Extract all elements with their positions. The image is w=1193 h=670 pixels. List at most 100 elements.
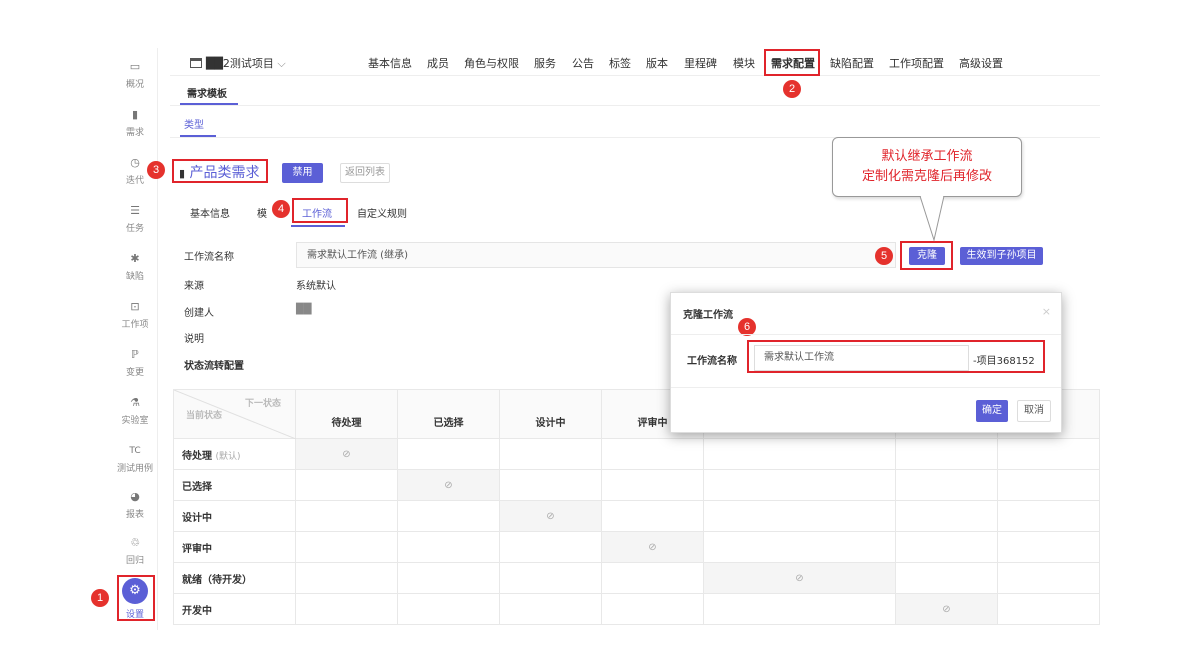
tab-underline — [180, 103, 238, 105]
transition-cell[interactable] — [997, 593, 1100, 625]
transition-cell[interactable] — [295, 469, 398, 501]
transition-cell[interactable] — [295, 593, 398, 625]
sidebar-item-task[interactable]: ☰ 任务 — [112, 204, 158, 234]
transition-cell[interactable] — [397, 438, 500, 470]
transition-cell[interactable] — [499, 469, 602, 501]
nav-services[interactable]: 服务 — [534, 55, 556, 71]
dialog-title: 克隆工作流 — [683, 310, 733, 321]
sidebar-item-change[interactable]: ℙ 变更 — [112, 348, 158, 378]
tab-custom-rules[interactable]: 自定义规则 — [357, 205, 407, 220]
back-to-list-button[interactable]: 返回列表 — [340, 163, 390, 183]
nav-basic-info[interactable]: 基本信息 — [368, 55, 412, 71]
transition-cell[interactable] — [703, 469, 896, 501]
nav-milestone[interactable]: 里程碑 — [684, 55, 717, 71]
transition-cell[interactable] — [295, 500, 398, 532]
disabled-cell: ⊘ — [499, 500, 602, 532]
annotation-box-clone — [900, 241, 953, 270]
transition-cell[interactable] — [499, 438, 602, 470]
sidebar-item-regression[interactable]: ♲ 回归 — [112, 536, 158, 566]
table-row: 开发中 ⊘ — [173, 593, 1100, 625]
table-row: 设计中 ⊘ — [173, 500, 1100, 532]
transition-cell[interactable] — [397, 500, 500, 532]
nav-tags[interactable]: 标签 — [609, 55, 631, 71]
transition-cell[interactable] — [397, 593, 500, 625]
transition-cell[interactable] — [703, 531, 896, 563]
transition-cell[interactable] — [295, 562, 398, 594]
nav-module[interactable]: 模块 — [733, 55, 755, 71]
disabled-cell: ⊘ — [397, 469, 500, 501]
confirm-button[interactable]: 确定 — [976, 400, 1008, 422]
corner-current-state-label: 当前状态 — [186, 411, 223, 421]
nav-version[interactable]: 版本 — [646, 55, 668, 71]
cancel-button[interactable]: 取消 — [1017, 400, 1051, 422]
nav-bug-config[interactable]: 缺陷配置 — [830, 55, 874, 71]
tab-requirement-template[interactable]: 需求模板 — [187, 85, 227, 100]
transition-cell[interactable] — [601, 562, 704, 594]
column-header: 设计中 — [499, 389, 602, 439]
row-header: 开发中 — [173, 593, 296, 625]
corner-next-state-label: 下一状态 — [244, 399, 281, 409]
transition-cell[interactable] — [601, 469, 704, 501]
transition-cell[interactable] — [703, 593, 896, 625]
apply-to-descendants-button[interactable]: 生效到子孙项目 — [960, 247, 1043, 265]
tab-template[interactable]: 模 — [257, 205, 267, 220]
tab-underline — [180, 135, 216, 137]
transition-cell[interactable] — [997, 500, 1100, 532]
task-icon: ☰ — [130, 204, 140, 217]
bookmark-icon: ▮ — [131, 108, 139, 121]
sidebar-item-lab[interactable]: ⚗ 实验室 — [112, 396, 158, 426]
transition-cell[interactable] — [601, 500, 704, 532]
transition-cell[interactable] — [499, 562, 602, 594]
transition-cell[interactable] — [997, 438, 1100, 470]
sidebar-item-report[interactable]: ◕ 报表 — [112, 490, 158, 520]
sidebar-item-workitem[interactable]: ⊡ 工作项 — [112, 300, 158, 330]
transition-cell[interactable] — [295, 531, 398, 563]
sidebar-item-testcase[interactable]: TC 测试用例 — [112, 444, 158, 474]
top-nav: ██2测试项目 ⌵ 基本信息 成员 角色与权限 服务 公告 标签 版本 里程碑 … — [170, 48, 1100, 76]
row-header: 评审中 — [173, 531, 296, 563]
transition-cell[interactable] — [397, 562, 500, 594]
nav-advanced-settings[interactable]: 高级设置 — [959, 55, 1003, 71]
transition-cell[interactable] — [703, 500, 896, 532]
window-icon — [190, 58, 202, 68]
disable-button[interactable]: 禁用 — [282, 163, 323, 183]
transition-cell[interactable] — [997, 562, 1100, 594]
table-row: 评审中 ⊘ — [173, 531, 1100, 563]
close-icon[interactable]: × — [1042, 305, 1051, 318]
transition-cell[interactable] — [895, 438, 998, 470]
sidebar-item-overview[interactable]: ▭ 概况 — [112, 60, 158, 90]
annotation-badge-3: 3 — [147, 161, 165, 179]
transition-cell[interactable] — [997, 531, 1100, 563]
annotation-badge-4: 4 — [272, 200, 290, 218]
nav-announcement[interactable]: 公告 — [572, 55, 594, 71]
transition-cell[interactable] — [601, 438, 704, 470]
annotation-box-nav — [764, 49, 820, 76]
nav-workitem-config[interactable]: 工作项配置 — [889, 55, 944, 71]
annotation-box-settings — [117, 575, 155, 621]
transition-cell[interactable] — [703, 438, 896, 470]
disabled-cell: ⊘ — [601, 531, 704, 563]
tab-type[interactable]: 类型 — [184, 116, 204, 131]
transition-cell[interactable] — [499, 531, 602, 563]
project-name: ██2测试项目 — [206, 57, 274, 70]
transition-cell[interactable] — [499, 593, 602, 625]
template-tab-row: 需求模板 — [170, 76, 1100, 106]
transition-cell[interactable] — [895, 531, 998, 563]
callout-line-2: 定制化需克隆后再修改 — [861, 169, 992, 184]
transition-cell[interactable] — [601, 593, 704, 625]
sidebar-item-requirement[interactable]: ▮ 需求 — [112, 108, 158, 138]
transition-cell[interactable] — [997, 469, 1100, 501]
transition-cell[interactable] — [895, 469, 998, 501]
column-header: 待处理 — [295, 389, 398, 439]
nav-roles[interactable]: 角色与权限 — [464, 55, 519, 71]
dialog-field-label: 工作流名称 — [687, 356, 737, 367]
nav-members[interactable]: 成员 — [427, 55, 449, 71]
workitem-icon: ⊡ — [130, 300, 140, 313]
sidebar-item-bug[interactable]: ✱ 缺陷 — [112, 252, 158, 282]
clone-workflow-dialog: 克隆工作流 × 6 工作流名称 需求默认工作流 -项目368152 确定 取消 — [670, 292, 1062, 433]
transition-cell[interactable] — [397, 531, 500, 563]
transition-cell[interactable] — [895, 562, 998, 594]
transition-cell[interactable] — [895, 500, 998, 532]
project-switcher[interactable]: ██2测试项目 ⌵ — [190, 55, 286, 71]
tab-basic-info[interactable]: 基本信息 — [190, 205, 230, 220]
